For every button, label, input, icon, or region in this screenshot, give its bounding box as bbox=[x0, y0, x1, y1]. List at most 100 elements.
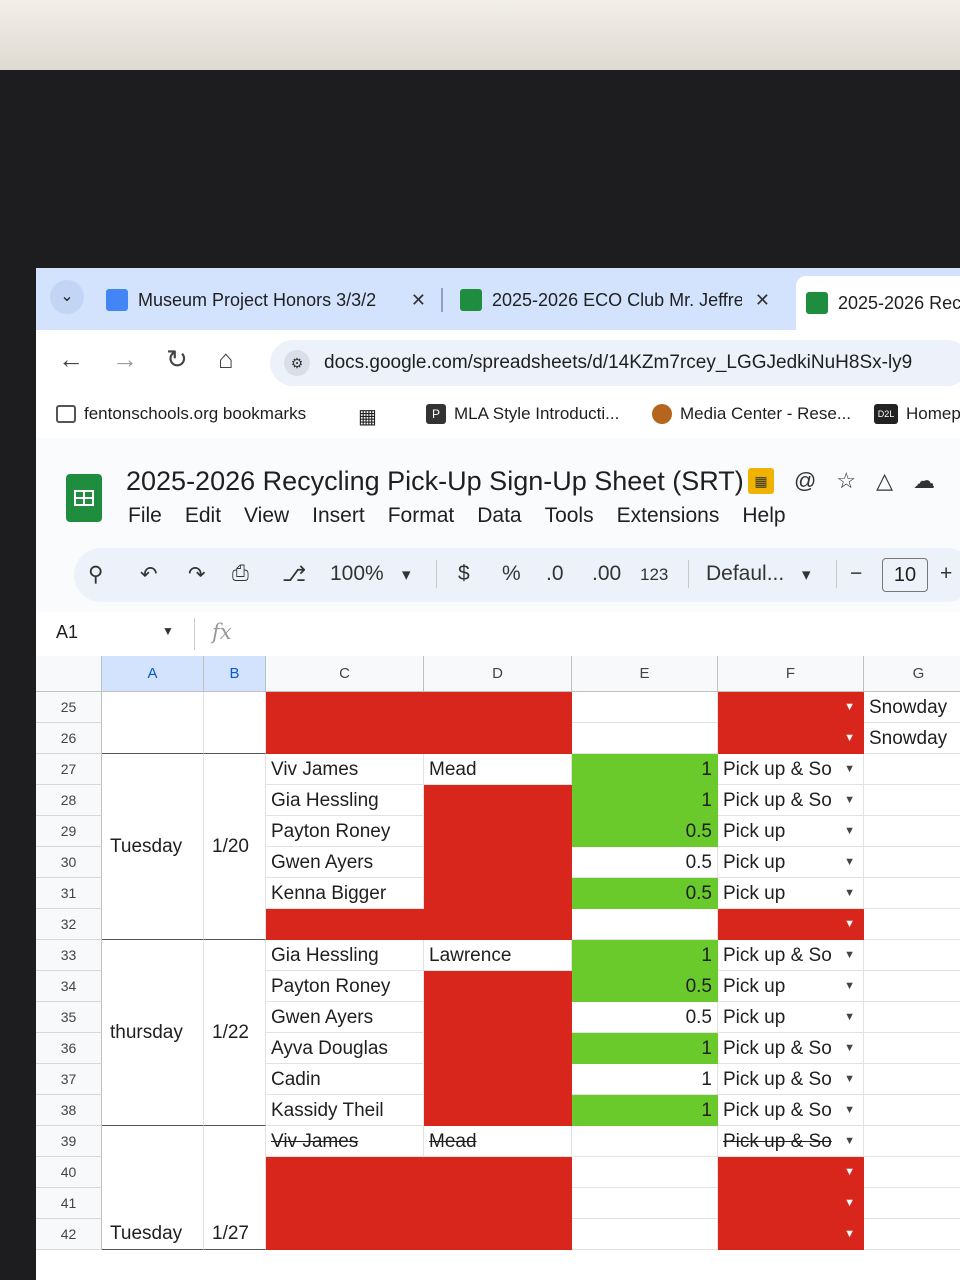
decrease-decimal-button[interactable]: .0 bbox=[546, 562, 564, 586]
column-header-A[interactable]: A bbox=[102, 656, 204, 692]
cell-c26[interactable] bbox=[266, 723, 424, 754]
paint-format-icon[interactable]: ⎇ bbox=[282, 562, 306, 587]
cell-d42[interactable] bbox=[424, 1219, 572, 1250]
cell-e25[interactable] bbox=[572, 692, 718, 723]
column-header-F[interactable]: F bbox=[718, 656, 864, 692]
dropdown-chevron-icon[interactable]: ▼ bbox=[844, 754, 855, 784]
row-header[interactable]: 34 bbox=[36, 971, 102, 1002]
cell-f38[interactable]: Pick up & So ▼ bbox=[718, 1095, 864, 1126]
cell-g29[interactable] bbox=[864, 816, 960, 847]
cell-c31[interactable]: Kenna Bigger bbox=[266, 878, 424, 909]
dropdown-chevron-icon[interactable]: ▼ bbox=[844, 723, 855, 753]
row-header[interactable]: 42 bbox=[36, 1219, 102, 1250]
cell-d32[interactable] bbox=[424, 909, 572, 940]
column-header-G[interactable]: G bbox=[864, 656, 960, 692]
cell-d25[interactable] bbox=[424, 692, 572, 723]
cell-f30[interactable]: Pick up ▼ bbox=[718, 847, 864, 878]
zoom-select[interactable]: 100% bbox=[330, 562, 384, 586]
dropdown-chevron-icon[interactable]: ▼ bbox=[844, 909, 855, 939]
cell-g31[interactable] bbox=[864, 878, 960, 909]
cell-e27[interactable]: 1 bbox=[572, 754, 718, 785]
cell-f33[interactable]: Pick up & So ▼ bbox=[718, 940, 864, 971]
cell-g30[interactable] bbox=[864, 847, 960, 878]
merged-cell-b[interactable]: 1/20 bbox=[204, 754, 266, 940]
dropdown-chevron-icon[interactable]: ▼ bbox=[844, 940, 855, 970]
dropdown-chevron-icon[interactable]: ▼ bbox=[844, 878, 855, 908]
row-header[interactable]: 28 bbox=[36, 785, 102, 816]
cell-d28[interactable] bbox=[424, 785, 572, 816]
row-header[interactable]: 39 bbox=[36, 1126, 102, 1157]
menu-data[interactable]: Data bbox=[477, 504, 521, 528]
merged-cell-b[interactable]: 1/27 bbox=[204, 1126, 266, 1250]
tab-search-chevron-icon[interactable]: ⌄ bbox=[50, 280, 84, 314]
cell-g36[interactable] bbox=[864, 1033, 960, 1064]
cell-e37[interactable]: 1 bbox=[572, 1064, 718, 1095]
row-header[interactable]: 35 bbox=[36, 1002, 102, 1033]
cell-e28[interactable]: 1 bbox=[572, 785, 718, 816]
cell-e31[interactable]: 0.5 bbox=[572, 878, 718, 909]
cell-f28[interactable]: Pick up & So ▼ bbox=[718, 785, 864, 816]
cell-f36[interactable]: Pick up & So ▼ bbox=[718, 1033, 864, 1064]
cell-e33[interactable]: 1 bbox=[572, 940, 718, 971]
cell-c29[interactable]: Payton Roney bbox=[266, 816, 424, 847]
merged-cell-a[interactable]: Tuesday bbox=[102, 754, 204, 940]
column-header-E[interactable]: E bbox=[572, 656, 718, 692]
cell-g41[interactable] bbox=[864, 1188, 960, 1219]
name-box-chevron-icon[interactable]: ▼ bbox=[162, 624, 174, 638]
cell-e39[interactable] bbox=[572, 1126, 718, 1157]
bookmark-homepage[interactable]: D2L Homep bbox=[874, 404, 960, 424]
cell-c37[interactable]: Cadin bbox=[266, 1064, 424, 1095]
cell-g27[interactable] bbox=[864, 754, 960, 785]
cell-g42[interactable] bbox=[864, 1219, 960, 1250]
cell-d36[interactable] bbox=[424, 1033, 572, 1064]
cell-f32[interactable]: ▼ bbox=[718, 909, 864, 940]
name-box[interactable]: A1 bbox=[56, 622, 78, 643]
star-icon[interactable]: ☆ bbox=[836, 468, 856, 494]
column-header-D[interactable]: D bbox=[424, 656, 572, 692]
close-icon[interactable]: ✕ bbox=[755, 290, 780, 311]
cell-d38[interactable] bbox=[424, 1095, 572, 1126]
cell-c42[interactable] bbox=[266, 1219, 424, 1250]
cell-g38[interactable] bbox=[864, 1095, 960, 1126]
menu-help[interactable]: Help bbox=[742, 504, 785, 528]
close-icon[interactable]: ✕ bbox=[411, 290, 436, 311]
row-header[interactable]: 31 bbox=[36, 878, 102, 909]
menu-format[interactable]: Format bbox=[388, 504, 455, 528]
cell-e42[interactable] bbox=[572, 1219, 718, 1250]
dropdown-chevron-icon[interactable]: ▼ bbox=[844, 1219, 855, 1249]
dropdown-chevron-icon[interactable]: ▼ bbox=[844, 1064, 855, 1094]
merged-cell-b[interactable] bbox=[204, 692, 266, 754]
cell-c30[interactable]: Gwen Ayers bbox=[266, 847, 424, 878]
row-header[interactable]: 40 bbox=[36, 1157, 102, 1188]
cell-e26[interactable] bbox=[572, 723, 718, 754]
cell-d26[interactable] bbox=[424, 723, 572, 754]
number-format-button[interactable]: 123 bbox=[640, 565, 668, 585]
document-title[interactable]: 2025-2026 Recycling Pick-Up Sign-Up Shee… bbox=[126, 466, 744, 497]
cell-g34[interactable] bbox=[864, 971, 960, 1002]
dropdown-chevron-icon[interactable]: ▼ bbox=[844, 1188, 855, 1218]
column-header-B[interactable]: B bbox=[204, 656, 266, 692]
cell-e36[interactable]: 1 bbox=[572, 1033, 718, 1064]
row-header[interactable]: 38 bbox=[36, 1095, 102, 1126]
cell-d35[interactable] bbox=[424, 1002, 572, 1033]
cell-d39[interactable]: Mead bbox=[424, 1126, 572, 1157]
cell-f25[interactable]: ▼ bbox=[718, 692, 864, 723]
cell-c36[interactable]: Ayva Douglas bbox=[266, 1033, 424, 1064]
cell-d37[interactable] bbox=[424, 1064, 572, 1095]
cell-f27[interactable]: Pick up & So ▼ bbox=[718, 754, 864, 785]
cell-c34[interactable]: Payton Roney bbox=[266, 971, 424, 1002]
row-header[interactable]: 30 bbox=[36, 847, 102, 878]
merged-cell-a[interactable]: Tuesday bbox=[102, 1126, 204, 1250]
cell-c40[interactable] bbox=[266, 1157, 424, 1188]
dropdown-chevron-icon[interactable]: ▼ bbox=[844, 816, 855, 846]
cell-f40[interactable]: ▼ bbox=[718, 1157, 864, 1188]
percent-button[interactable]: % bbox=[502, 562, 521, 586]
cell-c27[interactable]: Viv James bbox=[266, 754, 424, 785]
corner-header[interactable] bbox=[36, 656, 102, 692]
cell-f41[interactable]: ▼ bbox=[718, 1188, 864, 1219]
cell-e30[interactable]: 0.5 bbox=[572, 847, 718, 878]
bookmark-mla[interactable]: P MLA Style Introducti... bbox=[426, 404, 619, 424]
menu-extensions[interactable]: Extensions bbox=[617, 504, 720, 528]
cell-d41[interactable] bbox=[424, 1188, 572, 1219]
cell-c32[interactable] bbox=[266, 909, 424, 940]
